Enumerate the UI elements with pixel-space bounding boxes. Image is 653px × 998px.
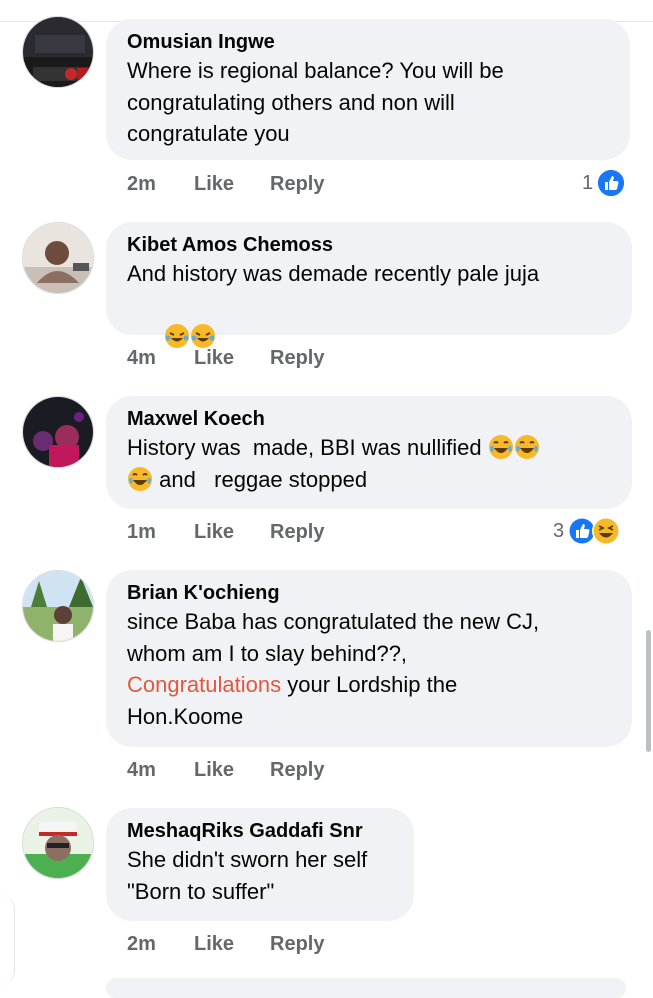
comment-bubble: Kibet Amos Chemoss And history was demad… — [106, 222, 632, 348]
reply-button[interactable]: Reply — [270, 347, 324, 370]
like-button[interactable]: Like — [194, 759, 234, 782]
comment-author[interactable]: Maxwel Koech — [127, 406, 610, 432]
haha-reaction-icon — [592, 517, 621, 545]
comment-author[interactable]: Kibet Amos Chemoss — [127, 232, 610, 258]
comment-author[interactable]: Brian K'ochieng — [127, 580, 610, 606]
tears-of-joy-emoji-icon — [128, 466, 152, 491]
comment-text: since Baba has congratulated the new CJ,… — [127, 609, 540, 729]
comment-author[interactable]: MeshaqRiks Gaddafi Snr — [127, 818, 392, 844]
comment-time[interactable]: 4m — [127, 759, 156, 782]
comment-bubble: MeshaqRiks Gaddafi Snr She didn't sworn … — [106, 808, 414, 921]
comment-text: History was made, BBI was nullified and … — [127, 432, 610, 495]
comment-author[interactable]: Omusian Ingwe — [127, 29, 608, 55]
comment-text: Where is regional balance? You will be co… — [127, 58, 504, 146]
left-edge-panel — [0, 895, 15, 985]
avatar[interactable] — [22, 570, 94, 642]
tears-of-joy-emoji-icon — [488, 435, 513, 459]
comment-bubble: Brian K'ochieng since Baba has congratul… — [106, 570, 632, 747]
comment-text: And history was demade recently pale juj… — [127, 261, 540, 286]
like-button[interactable]: Like — [194, 521, 234, 544]
like-reaction-icon — [596, 168, 627, 198]
rolling-laughing-emoji-icon — [164, 324, 189, 348]
like-button[interactable]: Like — [194, 173, 234, 196]
reply-button[interactable]: Reply — [270, 521, 324, 544]
avatar[interactable] — [22, 807, 94, 879]
avatar[interactable] — [22, 396, 94, 468]
scrollbar[interactable] — [646, 630, 651, 752]
reaction-count: 3 — [553, 519, 565, 542]
comment-time[interactable]: 1m — [127, 521, 156, 544]
avatar[interactable] — [22, 16, 94, 88]
comment-bubble: Omusian Ingwe Where is regional balance?… — [106, 19, 630, 160]
like-button[interactable]: Like — [194, 933, 234, 956]
next-comment-bubble — [106, 978, 626, 998]
comment-time[interactable]: 4m — [127, 347, 156, 370]
reaction-count: 1 — [582, 171, 594, 194]
reply-button[interactable]: Reply — [270, 759, 324, 782]
comment-time[interactable]: 2m — [127, 173, 156, 196]
hashtag-link[interactable]: Congratulations — [127, 672, 281, 697]
comment-bubble: Maxwel Koech History was made, BBI was n… — [106, 396, 632, 509]
reply-button[interactable]: Reply — [270, 173, 324, 196]
comment-time[interactable]: 2m — [127, 933, 156, 956]
tears-of-joy-emoji-icon — [514, 435, 539, 459]
reaction-summary[interactable]: 1 — [582, 168, 627, 198]
reply-button[interactable]: Reply — [270, 933, 324, 956]
rolling-laughing-emoji-icon — [190, 324, 215, 348]
like-button[interactable]: Like — [194, 347, 234, 370]
avatar[interactable] — [22, 222, 94, 294]
comment-text: She didn't sworn her self "Born to suffer… — [127, 847, 368, 904]
reaction-summary[interactable]: 3 — [553, 516, 621, 546]
